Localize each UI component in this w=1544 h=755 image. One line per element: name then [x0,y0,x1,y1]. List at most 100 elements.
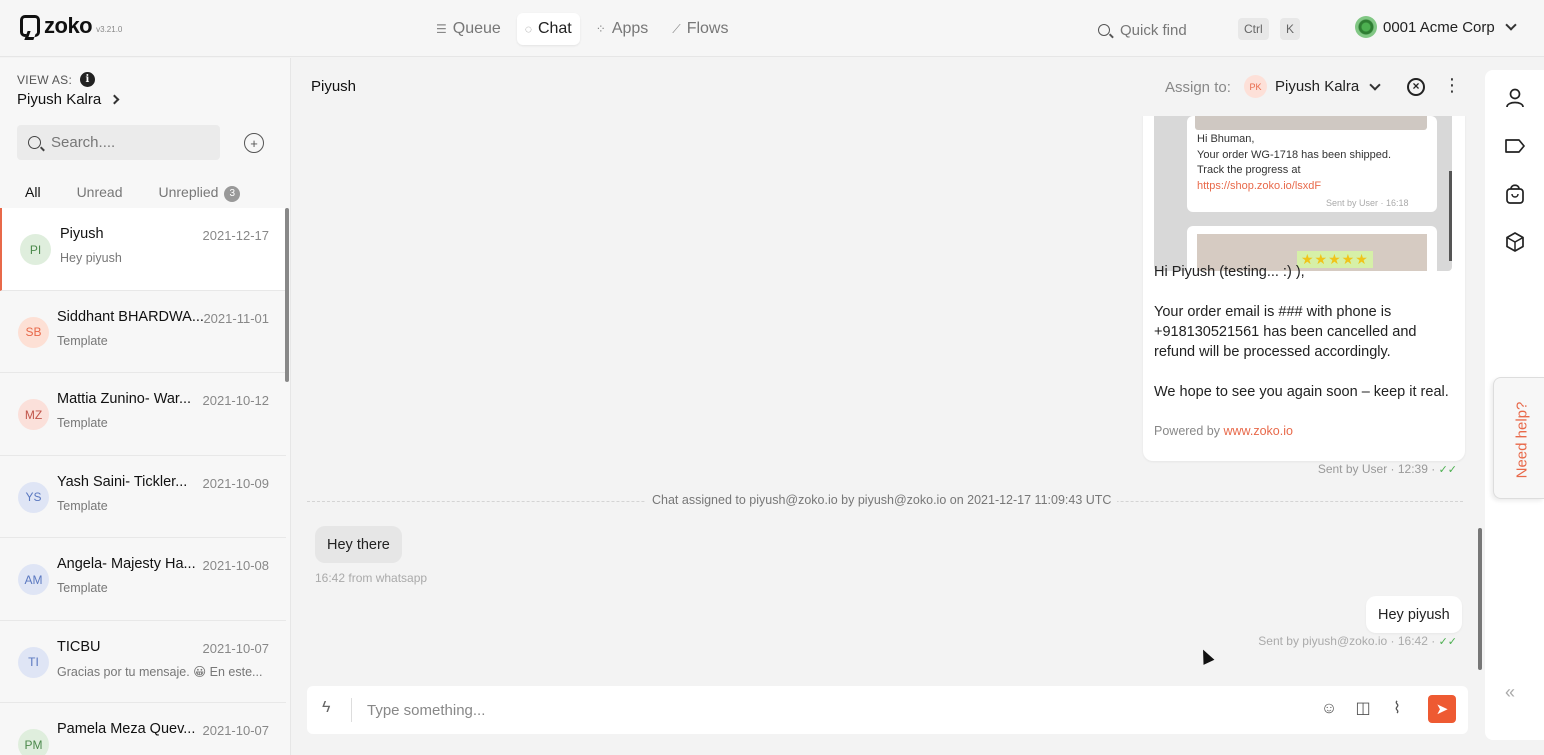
incoming-message: Hey there [315,526,402,563]
contact-avatar: MZ [18,399,49,430]
nav-queue-label: Queue [452,20,501,37]
chat-scrollbar[interactable] [1478,528,1482,670]
message-image-preview[interactable]: Hi Bhuman, Your order WG-1718 has been s… [1154,116,1452,271]
conversation-date: 2021-10-08 [202,558,270,573]
need-help-tab[interactable]: Need help? [1493,377,1544,499]
preview-banner [1195,116,1427,130]
last-message-preview: Template [57,581,108,595]
conversation-item[interactable]: PM Pamela Meza Quev... 2021-10-07 [0,703,286,755]
search-placeholder: Search.... [51,134,116,151]
conversation-date: 2021-10-07 [202,723,270,738]
last-message-preview: Gracias por tu mensaje. 😀 En este... [57,664,263,679]
last-message-preview: Template [57,498,108,513]
attachment-icon[interactable]: ⌇ [1387,699,1407,719]
preview-scrollbar [1449,171,1452,261]
send-button[interactable]: ➤ [1428,695,1456,723]
user-profile-icon[interactable] [1504,87,1526,109]
message-status: Sent by User · 12:39 · ✓✓ [1318,462,1457,476]
contact-avatar: YS [18,481,49,513]
message-para-3: We hope to see you again soon – keep it … [1154,384,1449,400]
apps-icon: ⁘ [595,22,606,36]
nav-flows[interactable]: ⟋ Flows [664,13,736,45]
conversation-item[interactable]: YS Yash Saini- Tickler... 2021-10-09 Templa… [0,455,286,538]
preview-greeting: Hi Bhuman, [1197,133,1255,145]
contact-name: Siddhant BHARDWA... [57,308,204,325]
search-icon [1098,24,1110,36]
top-bar: zoko v3.21.0 ☰ Queue ◌ Chat ⁘ Apps ⟋ Flo… [0,0,1544,57]
contact-name: Angela- Majesty Ha... [57,556,196,572]
quick-find[interactable]: Quick find Ctrl K [1092,14,1306,46]
contact-name: Yash Saini- Tickler... [57,473,188,490]
assign-label: Assign to: [1165,79,1231,96]
tab-unread-label: Unread [76,184,123,200]
message-body: Hi Piyush (testing... :) ), Your order e… [1154,262,1454,402]
last-message-preview: Template [57,416,108,430]
emoji-icon[interactable]: ☺ [1319,699,1339,719]
new-chat-button[interactable]: + [244,133,264,153]
message-para-1: Hi Piyush (testing... :) ), [1154,264,1305,280]
preview-link: https://shop.zoko.io/lsxdF [1197,179,1322,192]
tag-icon[interactable] [1504,135,1526,157]
assignee-dropdown[interactable]: PK Piyush Kalra [1244,75,1381,98]
tab-unreplied-label: Unreplied [158,184,219,200]
quick-reply-icon[interactable]: ϟ [322,699,330,717]
chevron-down-icon [1505,19,1517,31]
chat-title: Piyush [311,78,357,95]
org-logo-icon [1355,16,1377,38]
nav-queue[interactable]: ☰ Queue [428,13,509,45]
outgoing-message: Hey piyush [1366,596,1462,633]
close-chat-icon[interactable]: × [1407,78,1425,96]
powered-by-link[interactable]: www.zoko.io [1223,424,1292,438]
conversation-date: 2021-10-09 [202,475,270,491]
nav-apps[interactable]: ⁘ Apps [588,13,657,45]
conversation-item[interactable]: MZ Mattia Zunino- War... 2021-10-12 Templat… [0,373,286,456]
outgoing-status-text: Sent by piyush@zoko.io · 16:42 · [1258,634,1436,648]
view-as-text: VIEW AS: [17,72,73,87]
conversation-date: 2021-12-17 [202,228,270,243]
collapse-panel-icon[interactable]: « [1505,682,1515,703]
more-options-icon[interactable]: ⋮ [1443,76,1461,94]
conversation-item[interactable]: SB Siddhant BHARDWA... 2021-11-01 Template [0,290,286,373]
app-name: zoko [44,13,93,38]
view-as-user[interactable]: Piyush Kalra [17,91,120,108]
quick-find-label: Quick find [1120,21,1187,39]
sticker-icon[interactable]: ◫ [1353,699,1373,719]
org-name: 0001 Acme Corp [1383,18,1495,36]
conversation-item[interactable]: PI Piyush 2021-12-17 Hey piyush [0,208,286,291]
outgoing-message-meta: Sent by piyush@zoko.io · 16:42 · ✓✓ [1258,634,1457,648]
conversation-item[interactable]: AM Angela- Majesty Ha... 2021-10-08 Templat… [0,538,286,621]
sidebar-scrollbar[interactable] [285,208,289,382]
view-as-user-name: Piyush Kalra [17,91,102,108]
chevron-down-icon [1369,78,1381,91]
nav-chat[interactable]: ◌ Chat [516,13,580,45]
queue-icon: ☰ [436,22,447,36]
search-icon [28,136,41,149]
chat-header: Piyush Assign to: PK Piyush Kalra × ⋮ [291,58,1483,116]
tab-unread[interactable]: Unread [69,182,131,210]
org-switcher[interactable]: 0001 Acme Corp [1355,16,1517,38]
conversation-search[interactable]: Search.... [17,125,220,160]
zoko-logo[interactable]: zoko v3.21.0 [20,15,122,37]
contact-name: Mattia Zunino- War... [57,391,192,407]
contact-avatar: PM [18,729,49,755]
package-icon[interactable] [1504,231,1526,253]
conversation-list: PI Piyush 2021-12-17 Hey piyush SB Siddhant B… [0,208,286,755]
info-icon[interactable]: i [80,72,96,87]
message-input[interactable] [367,694,1267,726]
double-check-icon: ✓✓ [1438,636,1457,648]
conversation-item[interactable]: TI TICBU 2021-10-07 Gracias por tu mensaje.… [0,620,286,703]
shortcut-ctrl: Ctrl [1238,18,1269,40]
new-chat-icon: + [250,135,258,151]
powered-by: Powered by www.zoko.io [1154,424,1293,438]
conversation-date: 2021-10-12 [202,393,270,408]
contact-avatar: SB [18,316,49,348]
tab-all[interactable]: All [17,182,49,210]
tab-unreplied[interactable]: Unreplied 3 [150,182,248,210]
contact-avatar: PI [20,234,51,265]
contact-avatar: AM [18,564,49,595]
app-version: v3.21.0 [96,25,123,34]
shopping-bag-icon[interactable] [1504,183,1526,205]
message-composer: ϟ ☺ ◫ ⌇ ➤ [307,686,1468,734]
outgoing-template-message: Hi Bhuman, Your order WG-1718 has been s… [1143,116,1465,461]
preview-meta: Sent by User · 16:18 [1326,198,1409,208]
